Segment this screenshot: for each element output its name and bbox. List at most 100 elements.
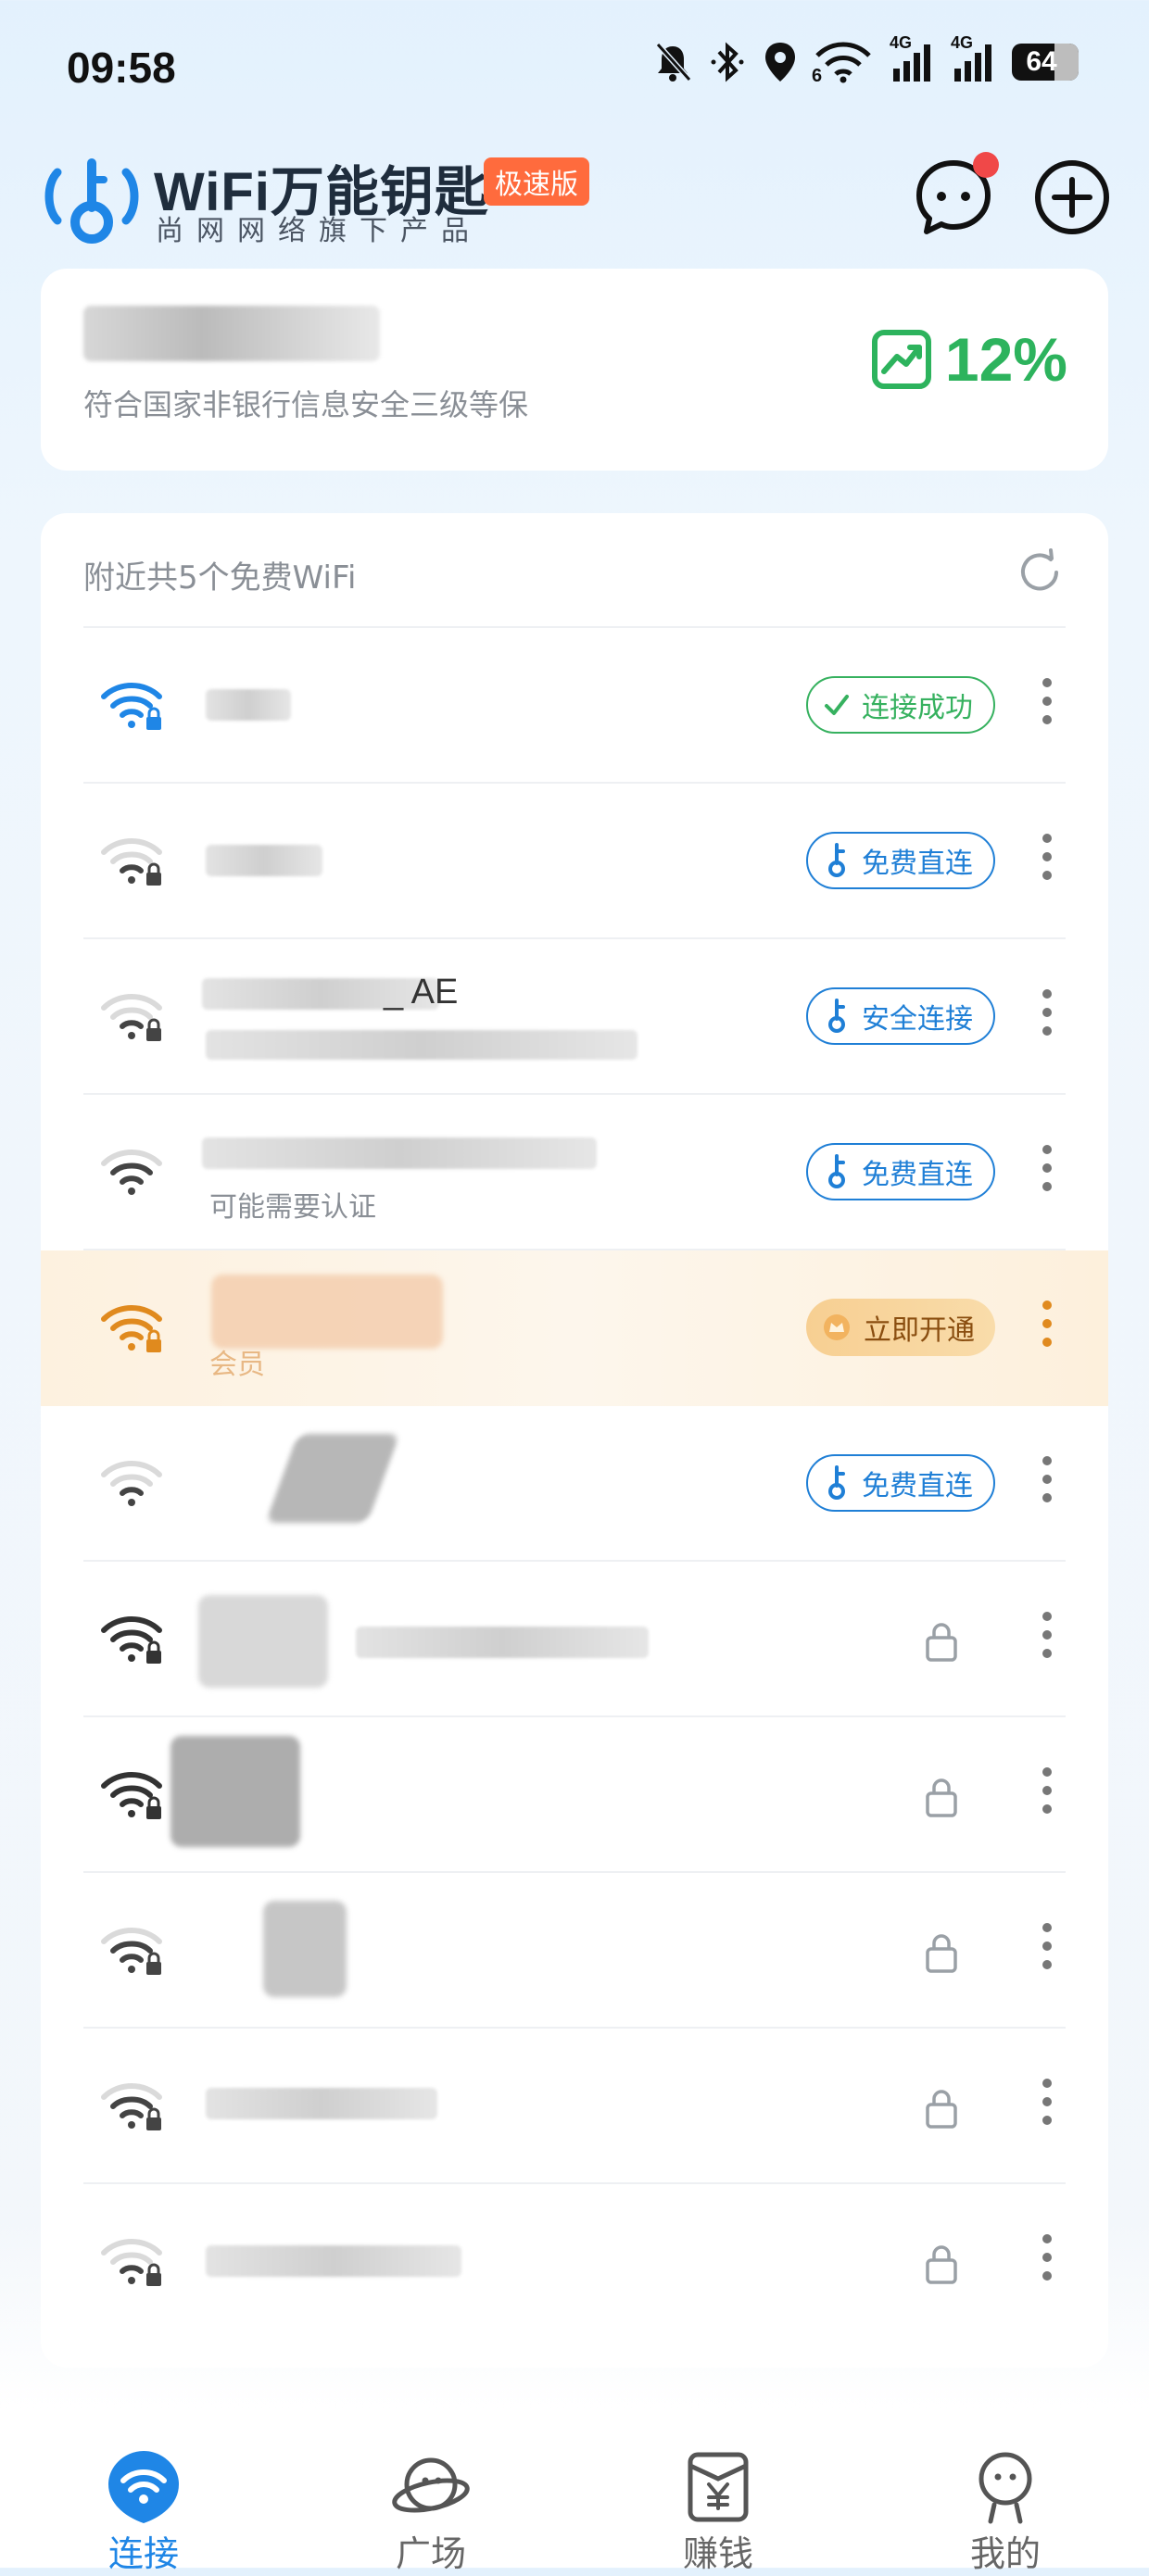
lock-icon <box>926 1623 957 1662</box>
blurred-wifi-name <box>211 1275 443 1349</box>
action-label: 免费直连 <box>862 1159 973 1191</box>
more-options-icon[interactable] <box>1038 1602 1056 1677</box>
wifi-row[interactable]: 免费直连 <box>41 784 1108 939</box>
nav-item-earn[interactable]: 赚钱 <box>574 2408 862 2574</box>
wifi-locked-icon <box>101 683 162 730</box>
action-label: 安全连接 <box>862 1003 973 1036</box>
more-options-icon[interactable] <box>1038 1914 1056 1988</box>
wifi-locked-icon <box>101 838 162 886</box>
security-description: 符合国家非银行信息安全三级等保 <box>83 387 529 422</box>
wifi-locked-icon <box>101 2083 162 2130</box>
blurred-wifi-name <box>263 1901 347 1997</box>
battery-indicator: 64 <box>1012 44 1079 81</box>
trend-up-icon <box>871 330 931 389</box>
nav-item-connect[interactable]: 连接 <box>0 2408 287 2574</box>
wifi-key-logo-icon <box>44 158 139 244</box>
refresh-icon[interactable] <box>1014 547 1066 598</box>
more-options-icon[interactable] <box>1038 2069 1056 2143</box>
wifi-locked-icon <box>101 1616 162 1664</box>
profile-icon <box>979 2452 1032 2524</box>
wifi-name-suffix: _ AE <box>384 973 459 1012</box>
blurred-wifi-name <box>202 1137 597 1169</box>
wifi-icon <box>101 1461 162 1506</box>
brand-badge: 极速版 <box>484 157 589 206</box>
wifi-count-label: 附近共5个免费WiFi <box>83 559 357 597</box>
key-icon <box>828 843 845 877</box>
lock-icon <box>926 1934 957 1973</box>
more-options-icon[interactable] <box>1038 1136 1056 1210</box>
more-options-icon[interactable] <box>1038 2225 1056 2299</box>
key-icon <box>828 999 845 1033</box>
blurred-wifi-name <box>206 845 322 876</box>
free-connect-button[interactable]: 免费直连 <box>806 1454 995 1512</box>
bluetooth-icon <box>711 42 744 82</box>
more-options-icon[interactable] <box>1038 1291 1056 1365</box>
action-label: 连接成功 <box>862 692 973 724</box>
wifi-locked-icon <box>101 1772 162 1819</box>
more-options-icon[interactable] <box>1038 1758 1056 1832</box>
wifi-subtitle: 可能需要认证 <box>209 1191 376 1224</box>
blurred-wifi-name <box>265 1434 400 1523</box>
free-connect-button[interactable]: 免费直连 <box>806 1143 995 1200</box>
wifi-subtitle: 会员 <box>209 1349 265 1381</box>
status-bar: 09:58 6 4G 4G 64 <box>0 0 1149 139</box>
wifi-row[interactable] <box>41 1873 1108 2029</box>
crown-coin-icon <box>824 1314 850 1340</box>
mute-bell-icon <box>655 42 692 82</box>
location-icon <box>765 43 795 82</box>
nav-item-square[interactable]: 广场 <box>287 2408 574 2574</box>
free-connect-button[interactable]: 免费直连 <box>806 832 995 889</box>
add-button[interactable] <box>1032 157 1112 237</box>
wifi-row[interactable]: 免费直连 <box>41 1406 1108 1562</box>
wifi-nav-icon <box>108 2451 179 2523</box>
blurred-wifi-name <box>198 1595 328 1688</box>
action-label: 免费直连 <box>862 848 973 880</box>
lock-icon <box>926 1778 957 1817</box>
nav-label: 广场 <box>395 2533 466 2574</box>
brand-subtitle: 尚网网络旗下产品 <box>156 215 482 247</box>
wifi-row-vip[interactable]: 会员 立即开通 <box>41 1250 1108 1406</box>
speed-boost-indicator[interactable]: 12% <box>871 324 1067 395</box>
security-card[interactable]: 符合国家非银行信息安全三级等保 12% <box>41 269 1108 471</box>
lock-icon <box>926 2245 957 2284</box>
blurred-wifi-subtitle <box>206 1030 638 1060</box>
wifi-row[interactable]: _ AE 安全连接 <box>41 939 1108 1095</box>
wifi-locked-icon <box>101 1928 162 1975</box>
plus-circle-icon <box>1035 160 1109 234</box>
check-icon <box>825 695 849 715</box>
wifi-status-icon <box>815 42 871 83</box>
signal-2-label: 4G <box>951 33 974 52</box>
wifi-row[interactable]: 可能需要认证 免费直连 <box>41 1095 1108 1250</box>
more-options-icon[interactable] <box>1038 980 1056 1054</box>
blurred-wifi-name <box>356 1627 649 1658</box>
more-options-icon[interactable] <box>1038 669 1056 743</box>
wifi-row[interactable] <box>41 1717 1108 1873</box>
wifi-row[interactable] <box>41 1562 1108 1717</box>
blurred-wifi-name <box>206 2088 437 2119</box>
speed-boost-percent: 12% <box>944 325 1067 394</box>
more-options-icon[interactable] <box>1038 824 1056 898</box>
blurred-wifi-name <box>206 689 291 721</box>
wifi-row[interactable] <box>41 2029 1108 2184</box>
wifi-list-card: 附近共5个免费WiFi 连接成功 免费直连 _ AE 安全连接 可能需要认证 免… <box>41 513 1108 2368</box>
status-time: 09:58 <box>67 44 176 92</box>
status-icons: 6 4G 4G 64 <box>652 33 1079 86</box>
connected-status-button[interactable]: 连接成功 <box>806 676 995 734</box>
more-options-icon[interactable] <box>1038 1447 1056 1521</box>
signal-2: 4G <box>951 33 995 83</box>
bottom-navigation: 连接 广场 赚钱 我的 <box>0 2408 1149 2574</box>
wifi-list-header: 附近共5个免费WiFi <box>83 513 1066 628</box>
wifi-locked-icon <box>101 1305 162 1352</box>
app-header: WiFi万能钥匙 极速版 尚网网络旗下产品 <box>0 148 1149 259</box>
open-membership-button[interactable]: 立即开通 <box>806 1299 995 1356</box>
wifi-row[interactable]: 连接成功 <box>41 628 1108 784</box>
nav-item-mine[interactable]: 我的 <box>862 2408 1149 2574</box>
message-button[interactable] <box>914 152 999 237</box>
blurred-network-name <box>83 306 380 361</box>
wifi-status: 6 <box>812 41 873 86</box>
secure-connect-button[interactable]: 安全连接 <box>806 987 995 1045</box>
lock-icon <box>926 2090 957 2129</box>
wifi-icon <box>101 1150 162 1195</box>
wifi-row[interactable] <box>41 2184 1108 2340</box>
signal-1-label: 4G <box>890 33 913 52</box>
